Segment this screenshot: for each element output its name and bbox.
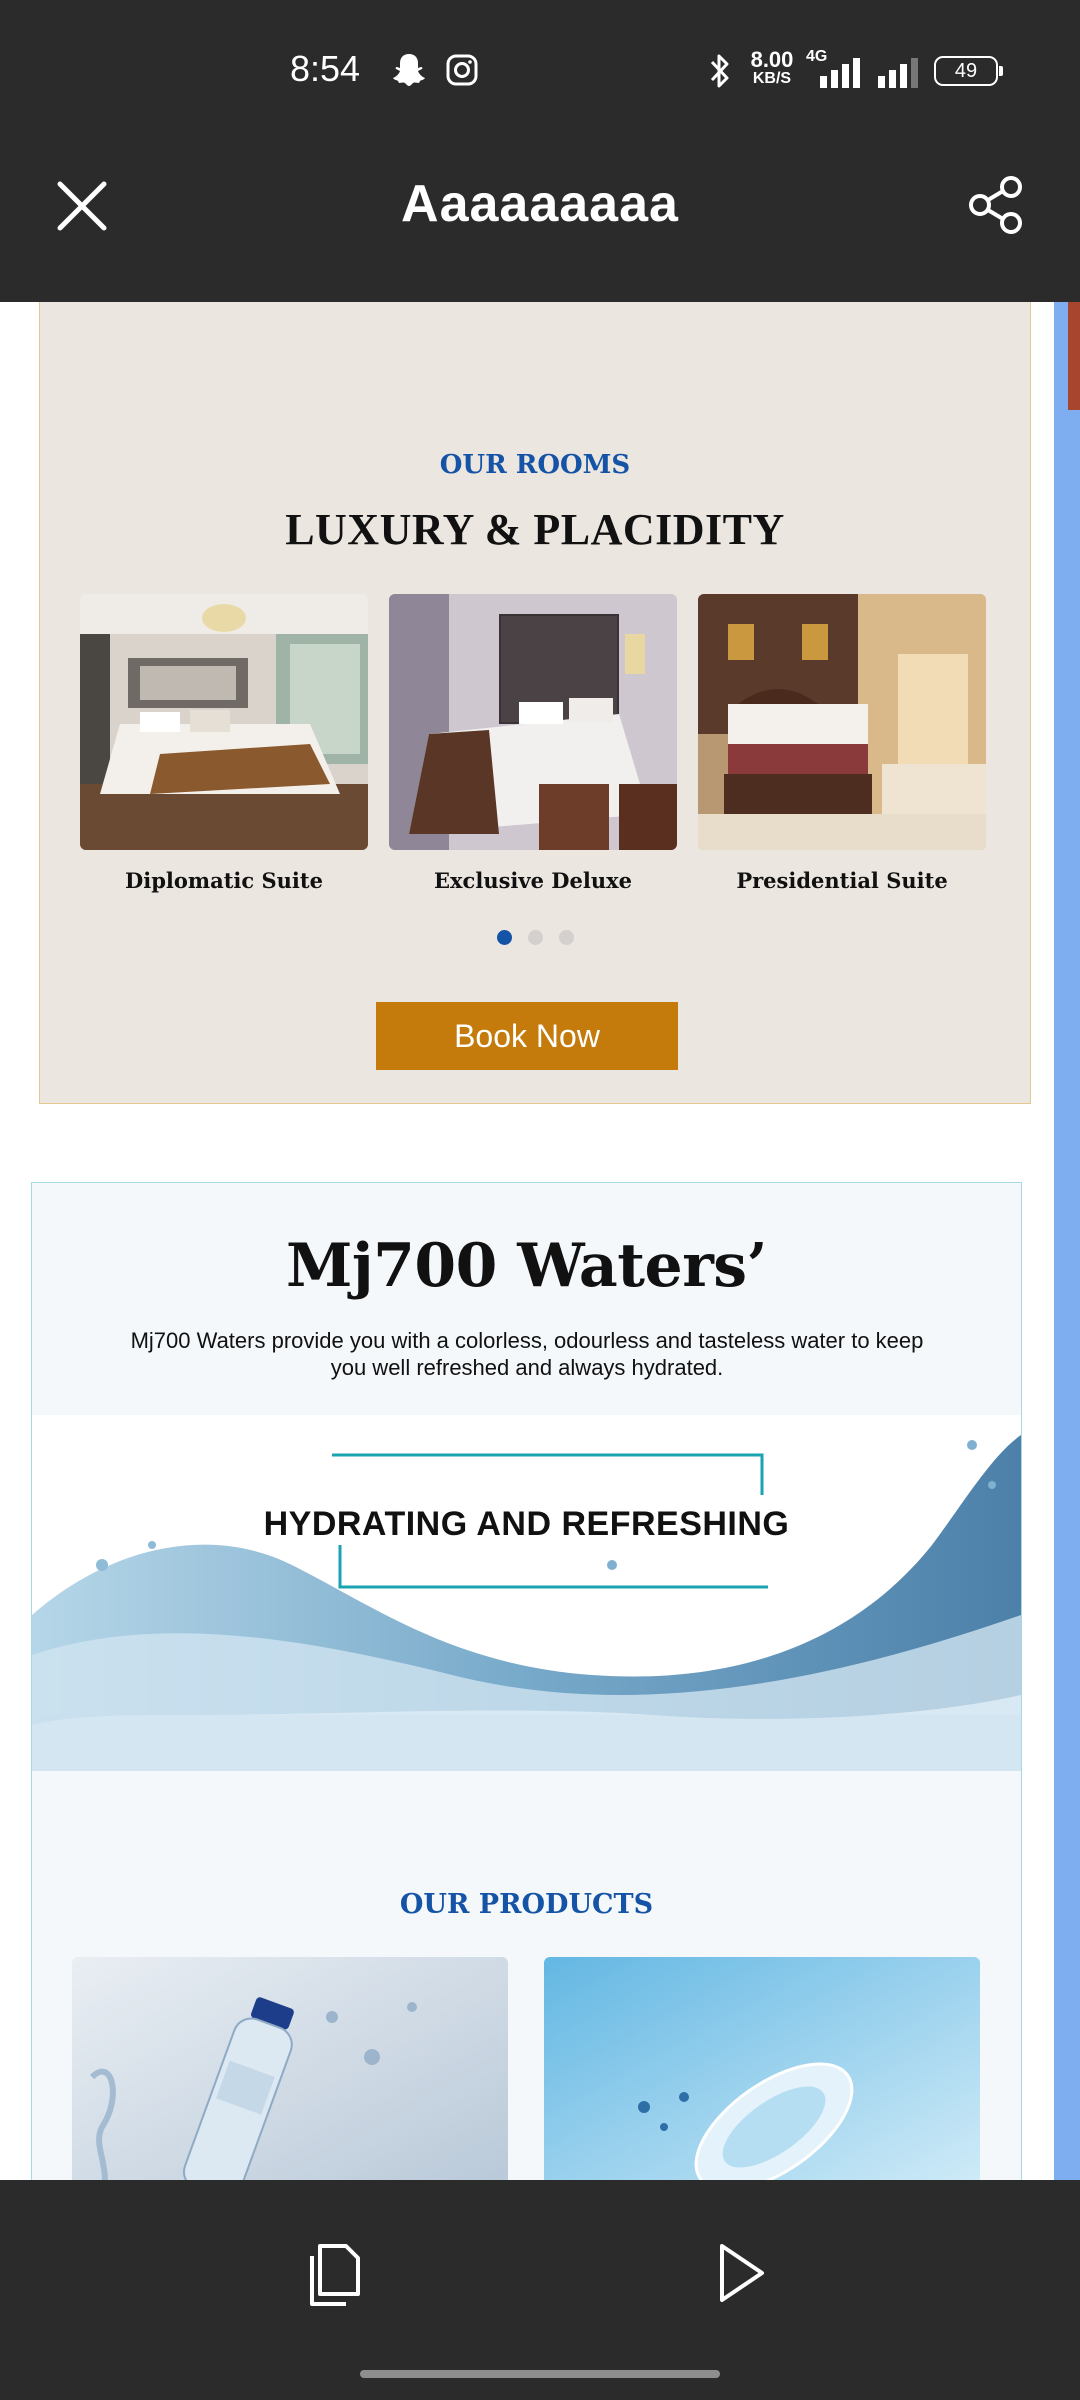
page-title: Aaaaaaaaa xyxy=(401,175,679,233)
instagram-icon xyxy=(446,54,478,86)
carousel-dots xyxy=(40,930,1030,950)
products-label: OUR PRODUCTS xyxy=(399,1889,654,1920)
web-content[interactable]: OUR ROOMS LUXURY & PLACIDITY Diplomatic … xyxy=(0,302,1080,2180)
bottom-bar xyxy=(0,2180,1080,2400)
signal-icon xyxy=(878,58,918,88)
room-card-presidential[interactable]: Presidential Suite xyxy=(698,594,986,893)
carousel-dot-2[interactable] xyxy=(527,930,543,945)
product-card-bottle[interactable] xyxy=(72,1957,508,2180)
rooms-eyebrow: OUR ROOMS xyxy=(439,450,631,480)
water-splash-image xyxy=(32,1415,1021,1771)
rooms-title: LUXURY & PLACIDITY xyxy=(285,505,785,554)
room-card-exclusive[interactable]: Exclusive Deluxe xyxy=(389,594,677,893)
carousel-dot-1[interactable] xyxy=(496,930,512,945)
app-header: Aaaaaaaaa xyxy=(0,140,1080,302)
room-name: Exclusive Deluxe xyxy=(434,868,632,893)
room-image[interactable] xyxy=(80,594,368,850)
waters-description: Mj700 Waters provide you with a colorles… xyxy=(130,1328,924,1380)
rooms-section: OUR ROOMS LUXURY & PLACIDITY Diplomatic … xyxy=(39,302,1031,1104)
status-bar: 8:54 8.00 KB/S 4G 49 xyxy=(0,0,1080,140)
product-card-sachet[interactable] xyxy=(544,1957,980,2180)
home-indicator[interactable] xyxy=(360,2370,720,2378)
waters-section: Mj700 Waters’ Mj700 Waters provide you w… xyxy=(31,1182,1022,2180)
speed-value: 8.00 xyxy=(750,47,794,72)
speed-unit: KB/S xyxy=(752,70,792,87)
signal-icon xyxy=(820,58,860,88)
book-now-button[interactable]: Book Now xyxy=(376,1002,678,1070)
close-icon[interactable] xyxy=(52,176,112,236)
bluetooth-icon xyxy=(710,54,729,88)
carousel-dot-3[interactable] xyxy=(558,930,574,945)
room-name: Diplomatic Suite xyxy=(125,868,323,893)
waters-title: Mj700 Waters’ xyxy=(286,1231,767,1301)
network-speed: 8.00 KB/S xyxy=(744,47,800,88)
document-icon[interactable] xyxy=(306,2242,362,2308)
room-name: Presidential Suite xyxy=(736,868,948,893)
battery-level: 49 xyxy=(954,60,978,82)
snapchat-icon xyxy=(393,54,425,86)
share-icon[interactable] xyxy=(966,174,1026,236)
water-banner: HYDRATING AND REFRESHING xyxy=(32,1415,1021,1771)
banner-headline: HYDRATING AND REFRESHING xyxy=(263,1505,790,1543)
room-image[interactable] xyxy=(698,594,986,850)
status-time: 8:54 xyxy=(290,48,361,89)
battery-icon: 49 xyxy=(934,56,1003,86)
side-edge xyxy=(1054,302,1080,2180)
room-card-diplomatic[interactable]: Diplomatic Suite xyxy=(80,594,368,893)
play-icon[interactable] xyxy=(714,2240,768,2306)
room-image[interactable] xyxy=(389,594,677,850)
